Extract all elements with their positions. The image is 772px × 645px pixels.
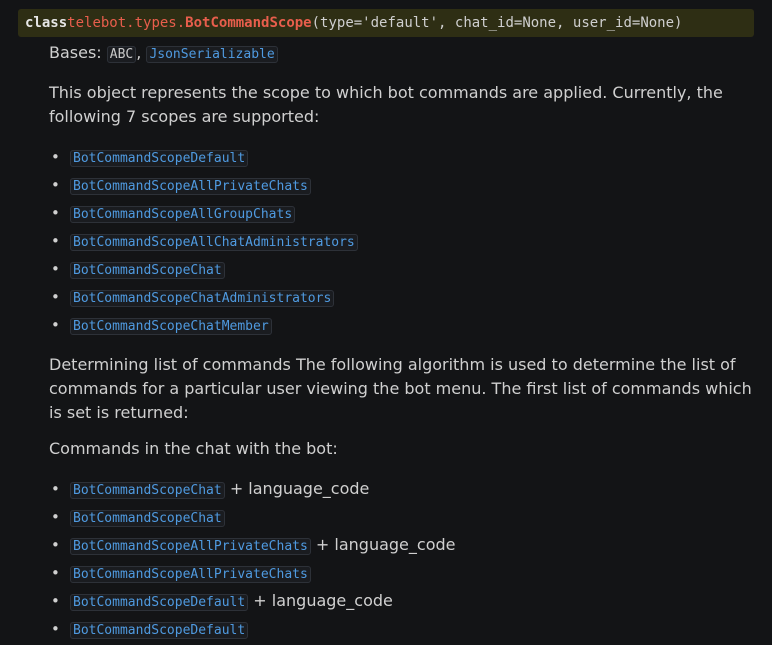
bullet-icon: • [51, 260, 60, 278]
class-description: Bases: ABC, JsonSerializable This object… [49, 40, 754, 643]
list-item: • BotCommandScopeDefault + language_code [49, 587, 754, 615]
scope-link[interactable]: BotCommandScopeAllGroupChats [70, 203, 296, 223]
list-item: • BotCommandScopeAllGroupChats [49, 199, 754, 227]
scope-link[interactable]: BotCommandScopeAllPrivateChats [70, 175, 311, 195]
bullet-icon: • [51, 508, 60, 526]
base-jsonserializable-link[interactable]: JsonSerializable [146, 43, 278, 63]
bullet-icon: • [51, 232, 60, 250]
commands-heading: Commands in the chat with the bot: [49, 439, 338, 458]
list-item: • BotCommandScopeChat [49, 255, 754, 283]
scope-link[interactable]: BotCommandScopeChat [70, 479, 225, 499]
scope-link[interactable]: BotCommandScopeChat [70, 259, 225, 279]
class-params: (type='default', chat_id=None, user_id=N… [311, 15, 683, 31]
list-item: • BotCommandScopeAllChatAdministrators [49, 227, 754, 255]
list-item: • BotCommandScopeDefault [49, 143, 754, 171]
bullet-icon: • [51, 288, 60, 306]
base-abc: ABC [106, 46, 137, 63]
list-item: • BotCommandScopeChatMember [49, 311, 754, 339]
list-item: • BotCommandScopeAllPrivateChats [49, 171, 754, 199]
class-signature: class telebot.types. BotCommandScope (type… [18, 9, 754, 37]
scope-link[interactable]: BotCommandScopeAllPrivateChats [70, 535, 311, 555]
bullet-icon: • [51, 564, 60, 582]
algorithm-paragraph: Determining list of commands The followi… [49, 355, 752, 422]
intro-paragraph: This object represents the scope to whic… [49, 83, 723, 126]
bullet-icon: • [51, 316, 60, 334]
language-code-suffix: + language_code [229, 479, 370, 498]
bullet-icon: • [51, 176, 60, 194]
commands-list: • BotCommandScopeChat + language_code • Bo… [49, 475, 754, 643]
bullet-icon: • [51, 480, 60, 498]
bullet-icon: • [51, 592, 60, 610]
list-item: • BotCommandScopeChatAdministrators [49, 283, 754, 311]
bases-line: Bases: ABC, JsonSerializable [49, 41, 754, 67]
scope-link[interactable]: BotCommandScopeDefault [70, 619, 249, 639]
scope-link[interactable]: BotCommandScopeAllChatAdministrators [70, 231, 358, 251]
scope-link[interactable]: BotCommandScopeDefault [70, 147, 249, 167]
language-code-suffix: + language_code [253, 591, 393, 610]
scope-link[interactable]: BotCommandScopeDefault [70, 591, 249, 611]
scope-link[interactable]: BotCommandScopeChatMember [70, 315, 272, 335]
list-item: • BotCommandScopeAllPrivateChats [49, 559, 754, 587]
scope-link[interactable]: BotCommandScopeChatAdministrators [70, 287, 335, 307]
list-item: • BotCommandScopeChat [49, 503, 754, 531]
bullet-icon: • [51, 536, 60, 554]
base-jsonserializable: JsonSerializable [146, 46, 278, 63]
class-name: BotCommandScope [185, 15, 312, 31]
bullet-icon: • [51, 620, 60, 638]
bullet-icon: • [51, 204, 60, 222]
class-keyword: class [25, 15, 68, 31]
bases-label: Bases: [49, 43, 102, 62]
list-item: • BotCommandScopeDefault [49, 615, 754, 643]
bullet-icon: • [51, 148, 60, 166]
scope-link[interactable]: BotCommandScopeChat [70, 507, 225, 527]
language-code-suffix: + language_code [315, 535, 456, 554]
bases-separator: , [136, 43, 142, 62]
list-item: • BotCommandScopeChat + language_code [49, 475, 754, 503]
list-item: • BotCommandScopeAllPrivateChats + langua… [49, 531, 754, 559]
scopes-list: • BotCommandScopeDefault • BotCommandScope… [49, 143, 754, 339]
scope-link[interactable]: BotCommandScopeAllPrivateChats [70, 563, 311, 583]
module-path: telebot.types. [67, 15, 186, 31]
